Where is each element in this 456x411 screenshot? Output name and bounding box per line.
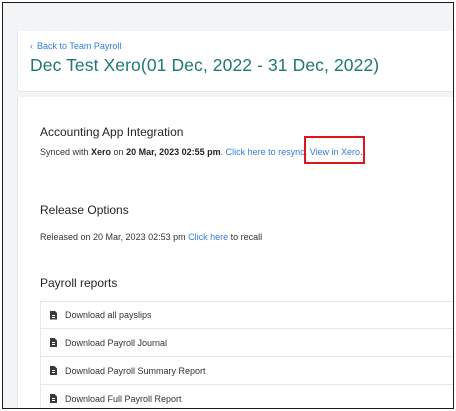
file-icon — [50, 310, 57, 320]
released-text: Released on 20 Mar, 2023 02:53 pm — [40, 232, 189, 242]
report-item-payroll-summary[interactable]: Download Payroll Summary Report — [40, 357, 453, 385]
chevron-left-icon: ‹ — [30, 40, 33, 51]
recall-suffix: to recall — [228, 232, 263, 242]
release-section-title: Release Options — [40, 203, 129, 217]
recall-link[interactable]: Click here — [188, 232, 228, 242]
page-title: Dec Test Xero(01 Dec, 2022 - 31 Dec, 202… — [30, 55, 380, 75]
resync-link[interactable]: Click here to resync — [226, 147, 305, 157]
payroll-content: Accounting App Integration Synced with X… — [17, 97, 453, 408]
file-icon — [50, 338, 57, 347]
report-label: Download Payroll Summary Report — [65, 365, 206, 376]
sync-datetime: 20 Mar, 2023 02:55 pm — [126, 147, 221, 157]
report-label: Download Full Payroll Report — [65, 393, 182, 404]
reports-section-title: Payroll reports — [40, 276, 118, 290]
app-name: Xero — [91, 147, 112, 157]
page-header: ‹ Back to Team Payroll Dec Test Xero(01 … — [17, 31, 453, 92]
back-to-team-payroll-link[interactable]: ‹ Back to Team Payroll — [30, 41, 121, 51]
report-item-payroll-journal[interactable]: Download Payroll Journal — [40, 329, 453, 357]
accounting-section-title: Accounting App Integration — [40, 125, 184, 139]
report-item-full-payroll[interactable]: Download Full Payroll Report — [40, 385, 453, 408]
report-label: Download Payroll Journal — [65, 337, 168, 348]
view-in-xero-highlight — [304, 136, 365, 164]
back-link-label: Back to Team Payroll — [37, 41, 122, 51]
file-icon — [50, 366, 57, 375]
file-icon — [50, 394, 57, 403]
synced-prefix: Synced with — [40, 147, 92, 157]
reports-list: Download all payslips Download Payroll J… — [40, 301, 453, 408]
synced-on: on — [111, 147, 127, 157]
report-label: Download all payslips — [65, 310, 152, 320]
report-item-all-payslips[interactable]: Download all payslips — [40, 301, 453, 329]
screenshot-frame: ‹ Back to Team Payroll Dec Test Xero(01 … — [2, 2, 454, 409]
release-status-line: Released on 20 Mar, 2023 02:53 pm Click … — [40, 232, 262, 242]
